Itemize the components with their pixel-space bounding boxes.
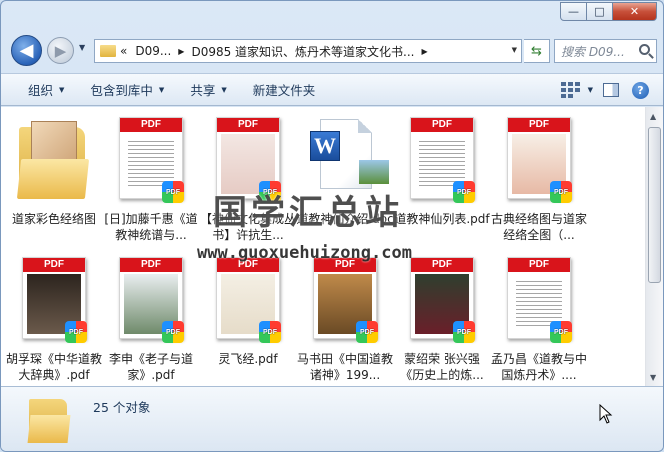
- search-icon[interactable]: [639, 44, 650, 55]
- new-folder-label: 新建文件夹: [252, 83, 316, 98]
- pdf-header-label: PDF: [508, 258, 570, 272]
- file-item[interactable]: PDF PDF 马书田《中国道教诸神》199...: [296, 253, 394, 383]
- view-dropdown-icon[interactable]: ▼: [588, 86, 593, 94]
- breadcrumb-overflow[interactable]: «: [120, 44, 127, 58]
- file-item[interactable]: PDF PDF 孟乃昌《道教与中国炼丹术》....: [490, 253, 588, 383]
- file-name: 马书田《中国道教诸神》199...: [296, 352, 393, 382]
- pdf-reader-badge-icon: PDF: [550, 181, 572, 203]
- new-folder-button[interactable]: 新建文件夹: [240, 73, 329, 106]
- file-thumbnail: PDF PDF: [5, 253, 103, 343]
- share-label: 共享: [190, 83, 216, 98]
- pdf-header-label: PDF: [411, 258, 473, 272]
- close-button[interactable]: ✕: [613, 2, 657, 21]
- chevron-down-icon: ▼: [158, 85, 165, 94]
- include-library-label: 包含到库中: [90, 83, 153, 98]
- forward-button[interactable]: ▶: [47, 37, 74, 64]
- file-name: 胡孚琛《中华道教大辞典》.pdf: [5, 352, 102, 382]
- pdf-header-label: PDF: [23, 258, 85, 272]
- address-dropdown-icon[interactable]: ▼: [512, 46, 517, 54]
- file-thumbnail: PDF PDF: [296, 253, 394, 343]
- chevron-down-icon: ▼: [221, 85, 227, 94]
- file-item[interactable]: PDF PDF 古典经络图与道家经络全图（...: [490, 113, 588, 243]
- pdf-reader-badge-icon: PDF: [550, 321, 572, 343]
- preview-pane-icon[interactable]: [603, 83, 619, 97]
- breadcrumb-item-current[interactable]: D0985 道家知识、炼丹术等道家文化书...: [191, 43, 414, 60]
- address-bar[interactable]: « D09... ▶ D0985 道家知识、炼丹术等道家文化书... ▶ ▼: [94, 39, 522, 63]
- pdf-reader-badge-icon: PDF: [162, 321, 184, 343]
- file-name: 道教神仙列表.pdf: [394, 212, 490, 226]
- file-item[interactable]: PDF PDF 灵飞经.pdf: [199, 253, 297, 383]
- folder-icon: [27, 395, 71, 443]
- recent-pages-dropdown-icon[interactable]: ▼: [79, 43, 85, 52]
- explorer-window: — □ ✕ ◀ ▶ ▼ « D09... ▶ D0985 道家知识、炼丹术等道家…: [0, 0, 664, 452]
- file-name: 灵飞经.pdf: [218, 352, 278, 366]
- file-item[interactable]: PDF PDF 道教神仙列表.pdf: [393, 113, 491, 243]
- folder-icon: [100, 45, 116, 57]
- caption-buttons: — □ ✕: [560, 2, 657, 21]
- file-name: 古典经络图与道家经络全图（...: [490, 212, 587, 242]
- watermark-url: www.guoxuehuizong.com: [197, 243, 412, 263]
- back-button[interactable]: ◀: [11, 35, 42, 66]
- pdf-reader-badge-icon: PDF: [65, 321, 87, 343]
- include-in-library-button[interactable]: 包含到库中 ▼: [77, 73, 177, 106]
- pdf-header-label: PDF: [120, 118, 182, 132]
- file-thumbnail: PDF PDF: [393, 253, 491, 343]
- item-count: 25 个对象: [93, 400, 151, 415]
- scroll-down-icon[interactable]: ▼: [650, 373, 656, 382]
- view-options-icon[interactable]: [561, 82, 581, 98]
- word-logo-icon: W: [310, 131, 340, 161]
- file-thumbnail: PDF PDF: [199, 253, 297, 343]
- help-icon[interactable]: ?: [632, 82, 649, 99]
- chevron-right-icon[interactable]: ▶: [178, 47, 184, 56]
- pdf-reader-badge-icon: PDF: [453, 181, 475, 203]
- file-thumbnail: PDF PDF: [102, 113, 200, 203]
- folder-item[interactable]: 道家彩色经络图: [5, 113, 103, 243]
- file-item[interactable]: PDF PDF [日]加藤千惠《道教神统谱与...: [102, 113, 200, 243]
- file-item[interactable]: PDF PDF 胡孚琛《中华道教大辞典》.pdf: [5, 253, 103, 383]
- breadcrumb-item-parent[interactable]: D09...: [135, 44, 171, 58]
- file-thumbnail: PDF PDF: [490, 113, 588, 203]
- maximize-button[interactable]: □: [587, 2, 613, 21]
- file-name: [日]加藤千惠《道教神统谱与...: [104, 212, 198, 242]
- file-name: 道家彩色经络图: [11, 212, 96, 226]
- file-thumbnail: PDF PDF: [102, 253, 200, 343]
- scroll-up-icon[interactable]: ▲: [650, 112, 656, 121]
- file-thumbnail: PDF PDF: [393, 113, 491, 203]
- breadcrumb: « D09... ▶ D0985 道家知识、炼丹术等道家文化书... ▶: [120, 43, 435, 60]
- watermark-title: 国学汇总站: [213, 193, 403, 233]
- organize-button[interactable]: 组织 ▼: [1, 73, 77, 106]
- file-thumbnail: [5, 113, 103, 203]
- folder-icon: [16, 121, 90, 199]
- file-name: 孟乃昌《道教与中国炼丹术》....: [490, 352, 587, 382]
- command-bar: 组织 ▼ 包含到库中 ▼ 共享 ▼ 新建文件夹 ▼ ?: [1, 73, 663, 106]
- share-button[interactable]: 共享 ▼: [177, 73, 239, 106]
- details-pane: 25 个对象: [1, 386, 663, 451]
- chevron-down-icon: ▼: [59, 85, 65, 94]
- pdf-reader-badge-icon: PDF: [259, 321, 281, 343]
- search-input[interactable]: 搜索 D09...: [554, 39, 657, 63]
- scrollbar-thumb[interactable]: [648, 127, 661, 283]
- file-name: 蒙绍荣 张兴强《历史上的炼...: [400, 352, 484, 382]
- pdf-reader-badge-icon: PDF: [162, 181, 184, 203]
- pdf-header-label: PDF: [217, 118, 279, 132]
- pdf-header-label: PDF: [411, 118, 473, 132]
- file-thumbnail: PDF PDF: [490, 253, 588, 343]
- minimize-button[interactable]: —: [560, 2, 587, 21]
- file-name: 李申《老子与道家》.pdf: [108, 352, 193, 382]
- organize-label: 组织: [28, 83, 54, 98]
- pdf-header-label: PDF: [508, 118, 570, 132]
- refresh-button[interactable]: ⇆: [524, 39, 550, 63]
- pdf-reader-badge-icon: PDF: [356, 321, 378, 343]
- file-item[interactable]: PDF PDF 李申《老子与道家》.pdf: [102, 253, 200, 383]
- pdf-header-label: PDF: [120, 258, 182, 272]
- vertical-scrollbar[interactable]: ▲ ▼: [645, 107, 663, 386]
- chevron-right-icon[interactable]: ▶: [422, 47, 428, 56]
- file-item[interactable]: PDF PDF 蒙绍荣 张兴强《历史上的炼...: [393, 253, 491, 383]
- navigation-bar: ◀ ▶ ▼ « D09... ▶ D0985 道家知识、炼丹术等道家文化书...…: [1, 31, 663, 71]
- pdf-reader-badge-icon: PDF: [453, 321, 475, 343]
- search-placeholder: 搜索 D09...: [561, 44, 625, 59]
